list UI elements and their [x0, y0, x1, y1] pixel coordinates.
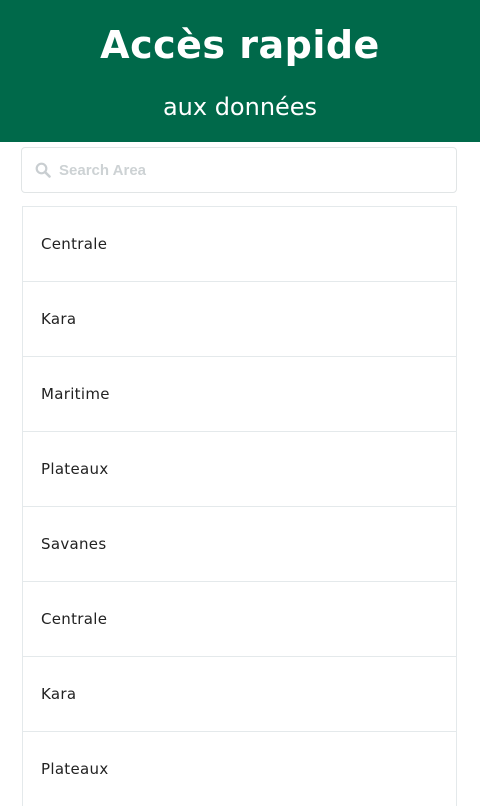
search-input[interactable] [59, 156, 439, 184]
list-item[interactable]: Kara [23, 282, 456, 357]
list-item[interactable]: Kara [23, 657, 456, 732]
list-item[interactable]: Centrale [23, 207, 456, 282]
header-subtitle: aux données [162, 93, 318, 121]
list-item[interactable]: Centrale [23, 582, 456, 657]
search-bar[interactable] [21, 147, 457, 193]
list-item[interactable]: Savanes [23, 507, 456, 582]
list-item[interactable]: Plateaux [23, 432, 456, 507]
list-item[interactable]: Plateaux [23, 732, 456, 806]
header-title: Accès rapide [100, 23, 380, 67]
area-list: Centrale Kara Maritime Plateaux Savanes … [22, 206, 457, 806]
list-item[interactable]: Maritime [23, 357, 456, 432]
search-icon [35, 162, 51, 178]
app-header: Accès rapide aux données [0, 0, 480, 142]
